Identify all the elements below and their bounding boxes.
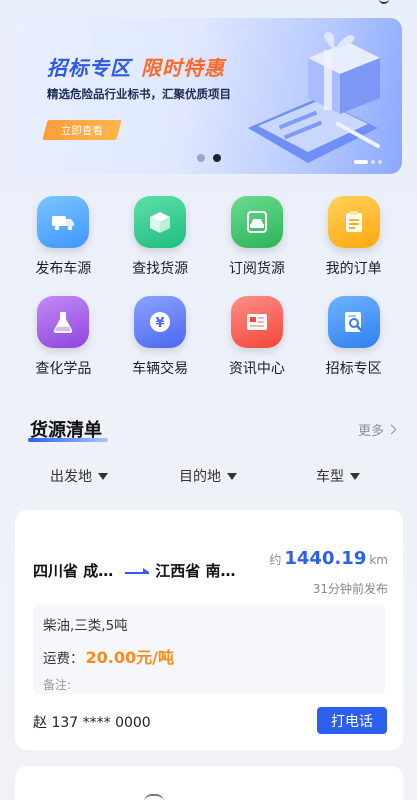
cargo-info-box: 柴油,三类,5吨 运费： 20.00元/吨 备注:: [33, 604, 385, 694]
grid-item-publish-vehicle[interactable]: 发布车源: [15, 196, 112, 278]
home-indicator: [144, 794, 164, 800]
grid-item-tender-zone[interactable]: 招标专区: [305, 296, 402, 378]
grid-label: 发布车源: [35, 261, 92, 277]
grid-item-subscribe-cargo[interactable]: 订阅货源: [209, 196, 306, 278]
note-label: 备注:: [43, 678, 72, 692]
grid-label: 招标专区: [325, 361, 382, 377]
filter-bar: 出发地 目的地 车型: [0, 466, 417, 490]
truck-icon: [37, 196, 90, 248]
filter-origin-label: 出发地: [50, 469, 92, 485]
yen-icon: ¥: [134, 296, 187, 348]
grid-item-news-center[interactable]: 资讯中心: [209, 296, 306, 378]
filter-origin[interactable]: 出发地: [50, 466, 108, 486]
flask-icon: [37, 296, 90, 348]
contact-phone: 赵 137 **** 0000: [33, 715, 151, 731]
grid-label: 我的订单: [325, 261, 382, 277]
fee-label: 运费：: [43, 651, 84, 667]
call-button[interactable]: 打电话: [317, 707, 387, 734]
filter-destination-label: 目的地: [179, 469, 221, 485]
news-icon: [230, 296, 283, 348]
grid-label: 查找货源: [132, 261, 189, 277]
grid-item-my-orders[interactable]: 我的订单: [305, 196, 402, 278]
route-destination: 江西省 南…: [155, 562, 236, 580]
published-time: 31分钟前发布: [312, 582, 388, 596]
banner-view-button[interactable]: 立即查看: [42, 120, 122, 140]
distance: 约 1440.19 km: [269, 548, 388, 569]
car-icon: [230, 196, 283, 248]
gift-box-document-illustration: [248, 32, 380, 163]
chevron-right-icon: [386, 424, 397, 435]
cargo-card-next[interactable]: [15, 766, 403, 800]
route: 四川省 成… 江西省 南…: [33, 560, 235, 581]
banner-subtitle: 精选危险品行业标书，汇聚优质项目: [47, 87, 231, 101]
tender-search-icon: [327, 296, 380, 348]
grid-item-find-cargo[interactable]: 查找货源: [112, 196, 209, 278]
grid-label: 订阅货源: [228, 261, 285, 277]
status-bar-fragment: [379, 0, 389, 4]
caret-down-icon: [227, 472, 237, 480]
grid-item-chemicals[interactable]: 查化学品: [15, 296, 112, 378]
arrow-right-icon: [125, 567, 150, 574]
more-label: 更多: [357, 424, 384, 439]
grid-label: 车辆交易: [132, 361, 189, 377]
filter-destination[interactable]: 目的地: [179, 466, 237, 486]
svg-text:¥: ¥: [156, 316, 165, 331]
banner-view-label: 立即查看: [61, 124, 103, 137]
section-title-underline: [28, 438, 108, 442]
caret-down-icon: [350, 472, 360, 480]
clipboard-icon: [327, 196, 380, 248]
banner-title-part2: 限时特惠: [141, 56, 225, 80]
route-origin: 四川省 成…: [33, 562, 114, 580]
banner-title-part1: 招标专区: [47, 56, 131, 80]
promo-banner[interactable]: 招标专区 限时特惠 精选危险品行业标书，汇聚优质项目 立即查看: [15, 18, 402, 174]
freight-fee: 运费： 20.00元/吨: [43, 644, 375, 668]
grid-label: 查化学品: [35, 361, 92, 377]
goods-description: 柴油,三类,5吨: [43, 618, 128, 634]
banner-pager-dots: [197, 154, 221, 162]
more-link[interactable]: 更多: [357, 420, 397, 439]
banner-title: 招标专区 限时特惠: [47, 52, 225, 81]
grid-label: 资讯中心: [228, 361, 285, 377]
distance-prefix: 约: [269, 553, 282, 567]
distance-value: 1440.19: [284, 548, 367, 569]
filter-vehicle-label: 车型: [316, 469, 344, 485]
distance-unit: km: [369, 553, 388, 567]
function-grid: 发布车源 查找货源 订阅货源 我的订单 查化学品 ¥ 车辆交易 资讯中心 招标专…: [15, 196, 402, 378]
grid-item-vehicle-trade[interactable]: ¥ 车辆交易: [112, 296, 209, 378]
filter-vehicle-type[interactable]: 车型: [316, 466, 360, 486]
caret-down-icon: [98, 472, 108, 480]
cube-icon: [134, 196, 187, 248]
cargo-card[interactable]: 四川省 成… 江西省 南… 约 1440.19 km 31分钟前发布 柴油,三类…: [15, 510, 403, 750]
carousel-indicator: [354, 160, 382, 164]
fee-value: 20.00元/吨: [85, 648, 174, 667]
